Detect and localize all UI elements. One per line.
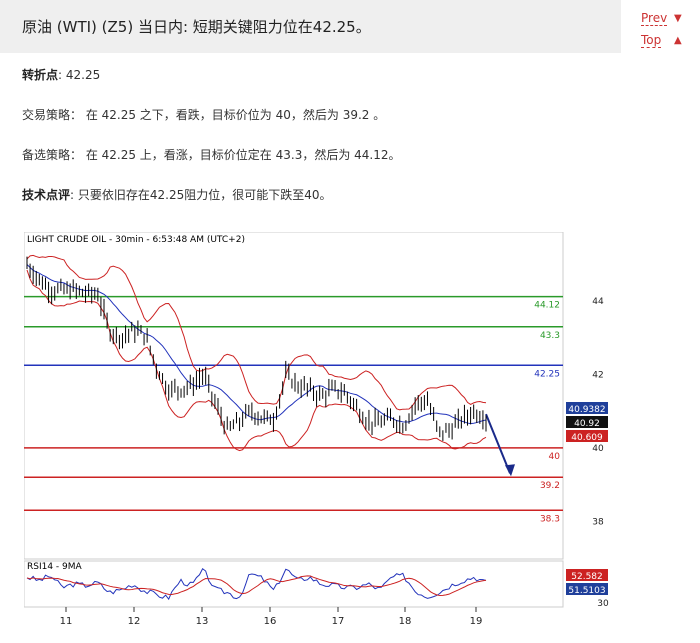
price-tag-label: 40.92 bbox=[574, 419, 600, 429]
y-tick-label: 42 bbox=[592, 370, 603, 380]
rsi-y-tick-label: 30 bbox=[597, 599, 609, 609]
pivot-line: 转折点: 42.25 bbox=[22, 66, 100, 83]
x-tick-label: 11 bbox=[60, 616, 73, 627]
chevron-up-icon[interactable]: ▲ bbox=[674, 35, 682, 46]
level-label: 40 bbox=[549, 452, 561, 462]
x-tick-label: 12 bbox=[128, 616, 141, 627]
rsi-title: RSI14 - 9MA bbox=[27, 562, 83, 572]
level-label: 38.3 bbox=[540, 514, 560, 524]
price-tag-label: 40.9382 bbox=[568, 405, 605, 415]
strategy-line: 交易策略： 在 42.25 之下，看跌，目标价位为 40，然后为 39.2 。 bbox=[22, 108, 386, 122]
x-tick-label: 16 bbox=[264, 616, 277, 627]
comment-text: : 只要依旧存在42.25阻力位，很可能下跌至40。 bbox=[70, 188, 332, 202]
price-chart: LIGHT CRUDE OIL - 30min - 6:53:48 AM (UT… bbox=[23, 231, 640, 640]
comment-line: 技术点评: 只要依旧存在42.25阻力位，很可能下跌至40。 bbox=[22, 186, 332, 203]
chevron-down-icon[interactable]: ▼ bbox=[674, 13, 682, 24]
comment-label: 技术点评 bbox=[22, 188, 71, 202]
x-tick-label: 18 bbox=[399, 616, 412, 627]
pivot-value: : 42.25 bbox=[58, 68, 101, 82]
top-link[interactable]: Top bbox=[641, 33, 662, 48]
x-tick-label: 19 bbox=[470, 616, 483, 627]
rsi-tag-label: 52.582 bbox=[571, 572, 603, 582]
y-tick-label: 38 bbox=[592, 517, 604, 527]
level-label: 39.2 bbox=[540, 481, 560, 491]
prev-link[interactable]: Prev bbox=[641, 11, 668, 26]
chart-svg: LIGHT CRUDE OIL - 30min - 6:53:48 AM (UT… bbox=[23, 231, 609, 627]
page-title: 原油 (WTI) (Z5) 当日内: 短期关键阻力位在42.25。 bbox=[22, 18, 371, 36]
y-tick-label: 40 bbox=[592, 444, 604, 454]
x-tick-label: 17 bbox=[332, 616, 345, 627]
level-label: 44.12 bbox=[534, 301, 560, 311]
chart-title: LIGHT CRUDE OIL - 30min - 6:53:48 AM (UT… bbox=[27, 235, 245, 245]
header-bar: 原油 (WTI) (Z5) 当日内: 短期关键阻力位在42.25。 bbox=[0, 0, 621, 53]
y-tick-label: 44 bbox=[592, 297, 604, 307]
pivot-label: 转折点 bbox=[22, 68, 59, 82]
rsi-tag-label: 51.5103 bbox=[568, 586, 605, 596]
level-label: 43.3 bbox=[540, 331, 560, 341]
x-tick-label: 13 bbox=[196, 616, 209, 627]
price-tag-label: 40.609 bbox=[571, 433, 603, 443]
alt-strategy-line: 备选策略： 在 42.25 上，看涨，目标价位定在 43.3，然后为 44.12… bbox=[22, 148, 401, 162]
level-label: 42.25 bbox=[534, 369, 560, 379]
